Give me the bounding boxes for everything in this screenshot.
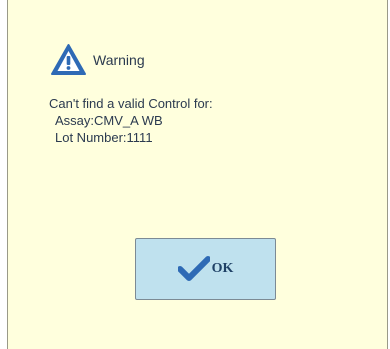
dialog-header: Warning bbox=[50, 43, 145, 77]
warning-dialog: Warning Can't find a valid Control for: … bbox=[7, 0, 388, 349]
ok-button[interactable]: OK bbox=[135, 238, 276, 300]
ok-button-label: OK bbox=[211, 261, 234, 276]
warning-triangle-icon bbox=[50, 43, 87, 77]
checkmark-icon bbox=[176, 256, 211, 282]
dialog-title: Warning bbox=[93, 52, 145, 68]
message-line-lot-number: Lot Number:1111 bbox=[55, 130, 153, 145]
message-line-1: Can't find a valid Control for: bbox=[49, 96, 213, 111]
message-line-assay: Assay:CMV_A WB bbox=[55, 113, 163, 128]
dialog-message: Can't find a valid Control for: Assay:CM… bbox=[49, 95, 213, 146]
